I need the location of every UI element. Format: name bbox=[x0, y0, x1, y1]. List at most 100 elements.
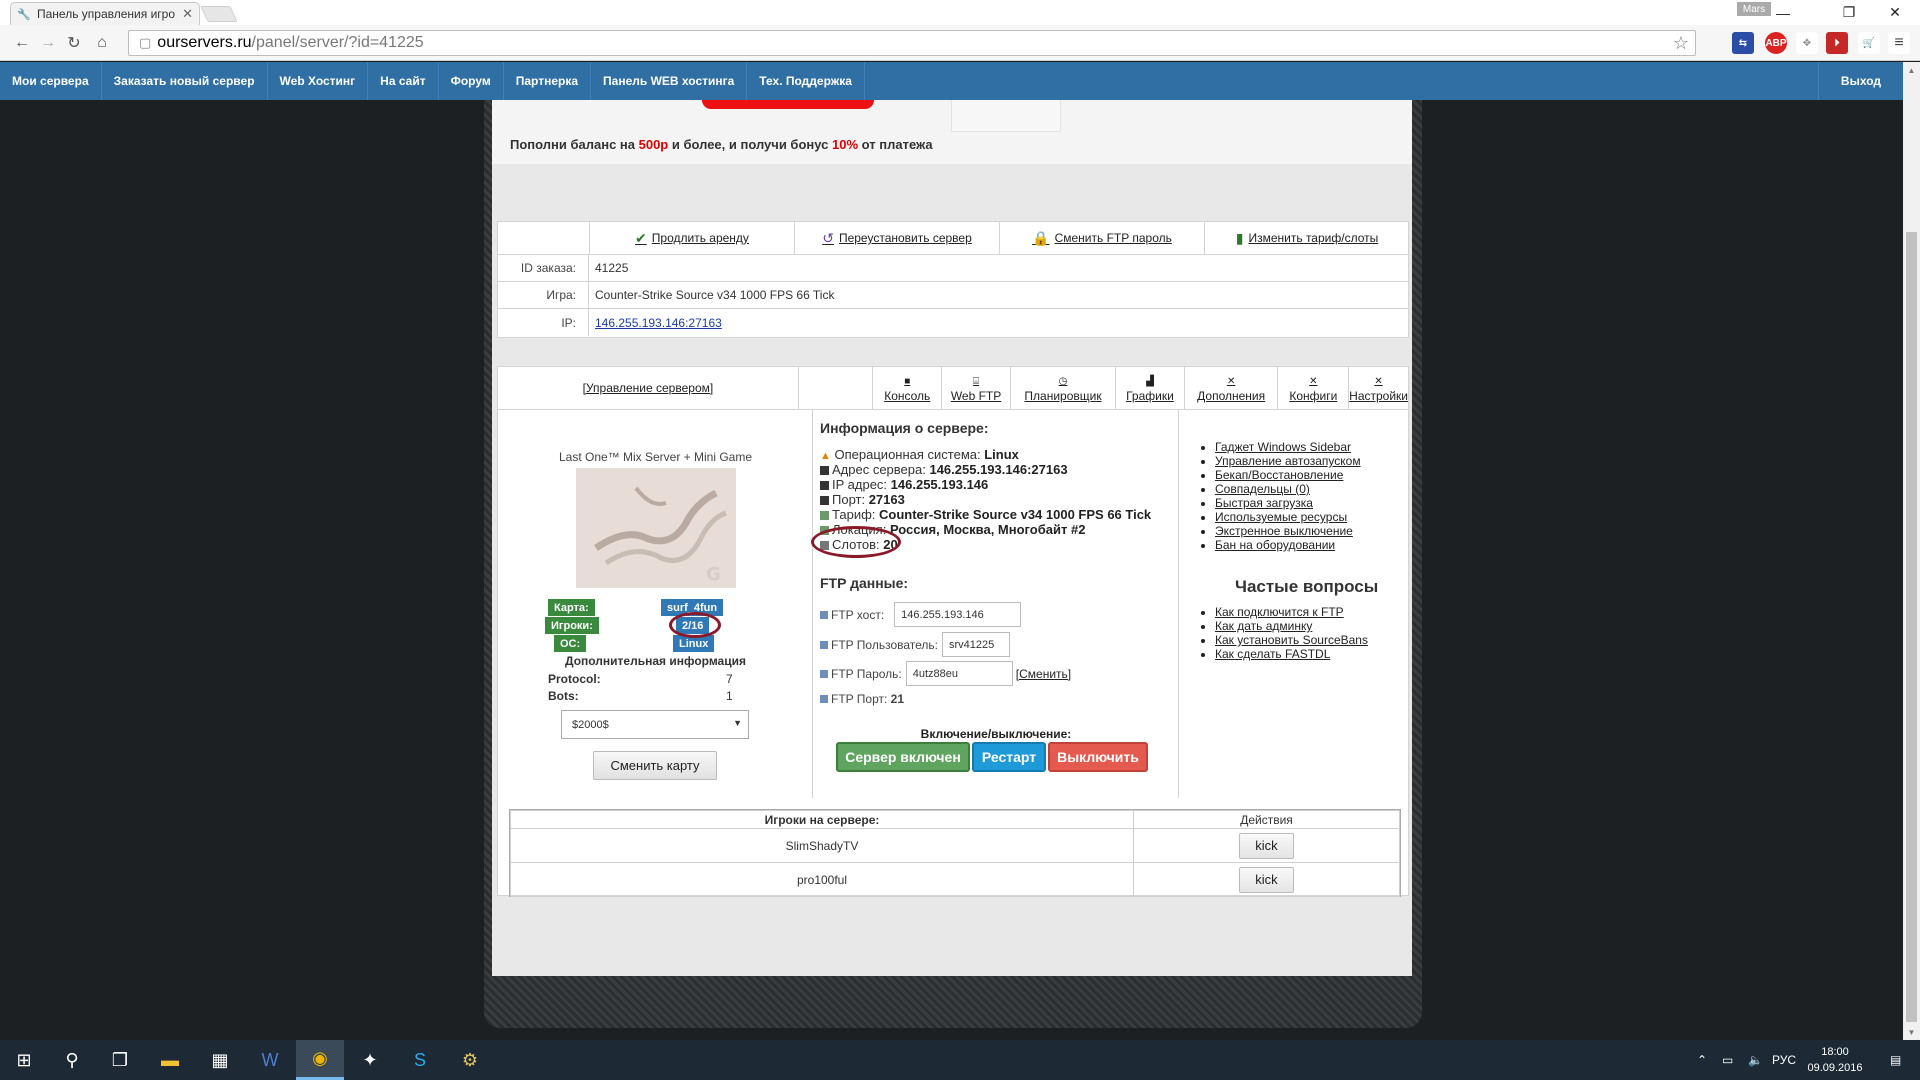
change-map-button[interactable]: Сменить карту bbox=[593, 751, 717, 780]
reinstall-link[interactable]: ↺ Переустановить сервер bbox=[794, 222, 999, 254]
map-select[interactable]: $2000$ ▼ bbox=[561, 710, 749, 739]
calculator-icon[interactable]: ▦ bbox=[196, 1040, 244, 1080]
extra-info-title: Дополнительная информация bbox=[565, 654, 746, 668]
scroll-down-icon[interactable]: ▼ bbox=[1903, 1024, 1920, 1040]
tab-settings[interactable]: ✕ Настройки bbox=[1348, 367, 1408, 409]
ip-row: IP: 146.255.193.146:27163 bbox=[498, 309, 1408, 336]
task-view-icon[interactable]: ❐ bbox=[96, 1040, 144, 1080]
ftp-host-field[interactable]: 146.255.193.146 bbox=[894, 602, 1022, 627]
back-icon[interactable]: ← bbox=[12, 33, 32, 53]
adblock-plus-icon[interactable]: ABP bbox=[1765, 32, 1787, 54]
url-host: ourservers.ru bbox=[157, 34, 252, 51]
change-tariff-link[interactable]: ▮ Изменить тариф/слоты bbox=[1204, 222, 1409, 254]
nav-order-server[interactable]: Заказать новый сервер bbox=[102, 62, 268, 100]
bookmark-star-icon[interactable]: ☆ bbox=[1673, 33, 1689, 54]
tab-addons[interactable]: ✕ Дополнения bbox=[1183, 367, 1278, 409]
nav-support[interactable]: Тех. Поддержка bbox=[747, 62, 865, 100]
forward-icon[interactable]: → bbox=[38, 33, 58, 53]
tab-configs[interactable]: ✕ Конфиги bbox=[1277, 367, 1348, 409]
slots-highlight-circle bbox=[811, 526, 901, 558]
faq-link-admin[interactable]: Как дать админку bbox=[1215, 619, 1368, 633]
volume-icon[interactable]: 🔈 bbox=[1748, 1040, 1763, 1080]
close-window-icon[interactable]: ✕ bbox=[1872, 0, 1918, 25]
link-windows-gadget[interactable]: Гаджет Windows Sidebar bbox=[1215, 440, 1361, 454]
search-icon[interactable]: ⚲ bbox=[48, 1040, 96, 1080]
link-emergency-off[interactable]: Экстренное выключение bbox=[1215, 524, 1361, 538]
nav-forum[interactable]: Форум bbox=[439, 62, 504, 100]
language-indicator[interactable]: РУС bbox=[1772, 1040, 1796, 1080]
extend-rent-link[interactable]: ✔ Продлить аренду bbox=[589, 222, 794, 254]
maximize-icon[interactable]: ❐ bbox=[1826, 0, 1872, 25]
promo-button-remnant[interactable] bbox=[702, 100, 874, 109]
scroll-up-icon[interactable]: ▲ bbox=[1903, 62, 1920, 78]
info-tariff: Тариф: Counter-Strike Source v34 1000 FP… bbox=[820, 507, 1151, 522]
game-app-icon[interactable]: ⚙ bbox=[446, 1040, 494, 1080]
order-id-row: ID заказа: 41225 bbox=[498, 255, 1408, 282]
faq-link-ftp[interactable]: Как подключится к FTP bbox=[1215, 605, 1368, 619]
clock[interactable]: 18:00 09.09.2016 bbox=[1805, 1044, 1865, 1076]
extension-red-icon[interactable]: ⏵ bbox=[1826, 32, 1848, 54]
order-info-card: ✔ Продлить аренду ↺ Переустановить сервер … bbox=[497, 221, 1409, 338]
scrollbar-thumb[interactable] bbox=[1906, 232, 1917, 1022]
manage-server-link[interactable]: [Управление сервером] bbox=[498, 367, 799, 409]
kick-button[interactable]: kick bbox=[1239, 832, 1294, 859]
skype-icon[interactable]: S bbox=[396, 1040, 444, 1080]
info-os: ▲ Операционная система: Linux bbox=[820, 447, 1019, 462]
tray-up-icon[interactable]: ⌃ bbox=[1697, 1040, 1707, 1080]
minimize-icon[interactable]: — bbox=[1760, 0, 1806, 25]
tab-webftp[interactable]: ⌸ Web FTP bbox=[941, 367, 1010, 409]
windows-start-icon[interactable]: ⊞ bbox=[0, 1040, 48, 1080]
server-on-button[interactable]: Сервер включен bbox=[836, 742, 970, 772]
home-icon[interactable]: ⌂ bbox=[92, 33, 112, 53]
notifications-icon[interactable]: ▤ bbox=[1890, 1040, 1901, 1080]
word-icon[interactable]: W bbox=[246, 1040, 294, 1080]
reload-icon[interactable]: ↻ bbox=[64, 33, 84, 53]
tab-console[interactable]: ■ Консоль bbox=[872, 367, 941, 409]
nav-partner[interactable]: Партнерка bbox=[504, 62, 592, 100]
link-resources[interactable]: Используемые ресурсы bbox=[1215, 510, 1361, 524]
extension-translate-icon[interactable]: ⇆ bbox=[1732, 32, 1754, 54]
cart-icon[interactable]: 🛒 bbox=[1858, 32, 1880, 54]
ftp-password-field[interactable]: 4utz88eu bbox=[905, 661, 1013, 686]
server-ip-link[interactable]: 146.255.193.146:27163 bbox=[595, 316, 722, 330]
change-ftp-password-link[interactable]: 🔒 Сменить FTP пароль bbox=[999, 222, 1204, 254]
restart-button[interactable]: Рестарт bbox=[972, 742, 1046, 772]
chrome-icon[interactable]: ◉ bbox=[296, 1040, 344, 1080]
link-co-owners[interactable]: Совпадельцы (0) bbox=[1215, 482, 1361, 496]
tab-graphs[interactable]: ▟ Графики bbox=[1115, 367, 1184, 409]
new-tab-button[interactable] bbox=[200, 6, 238, 22]
link-hardware-ban[interactable]: Бан на оборудовании bbox=[1215, 538, 1361, 552]
players-label: Игроки: bbox=[545, 617, 599, 634]
link-autostart[interactable]: Управление автозапуском bbox=[1215, 454, 1361, 468]
control-tabs: [Управление сервером] ■ Консоль ⌸ Web FTP … bbox=[498, 367, 1408, 410]
link-backup[interactable]: Бекап/Восстановление bbox=[1215, 468, 1361, 482]
lock-icon: 🔒 bbox=[1032, 229, 1050, 246]
network-icon[interactable]: ▭ bbox=[1722, 1040, 1733, 1080]
nav-to-site[interactable]: На сайт bbox=[368, 62, 439, 100]
ftp-user-row: FTP Пользователь: srv41225 bbox=[820, 632, 1010, 657]
file-explorer-icon[interactable]: ▬ bbox=[146, 1040, 194, 1080]
tab-scheduler[interactable]: ◷ Планировщик bbox=[1009, 367, 1115, 409]
nav-web-hosting[interactable]: Web Хостинг bbox=[268, 62, 369, 100]
logout-link[interactable]: Выход bbox=[1817, 62, 1903, 100]
shutdown-button[interactable]: Выключить bbox=[1048, 742, 1148, 772]
kick-button[interactable]: kick bbox=[1239, 866, 1294, 893]
server-favicon-icon: 🔧 bbox=[17, 8, 31, 21]
nav-web-panel[interactable]: Панель WEB хостинга bbox=[591, 62, 748, 100]
ftp-change-password-link[interactable]: [Сменить] bbox=[1016, 667, 1071, 681]
page-scrollbar[interactable]: ▲ ▼ bbox=[1903, 62, 1920, 1040]
ftp-host-row: FTP хост: 146.255.193.146 bbox=[820, 602, 1022, 627]
browser-tab[interactable]: 🔧 Панель управления игро ✕ bbox=[10, 2, 200, 25]
menu-icon[interactable]: ≡ bbox=[1888, 32, 1910, 54]
players-table: Игроки на сервере: Действия SlimShadyTV … bbox=[509, 809, 1401, 897]
faq-link-fastdl[interactable]: Как сделать FASTDL bbox=[1215, 647, 1368, 661]
server-links-column: Гаджет Windows Sidebar Управление автоза… bbox=[1179, 410, 1408, 798]
address-bar[interactable]: ▢ ourservers.ru/panel/server/?id=41225 ☆ bbox=[128, 30, 1696, 56]
tab-close-icon[interactable]: ✕ bbox=[182, 6, 193, 22]
nav-my-servers[interactable]: Мои сервера bbox=[0, 62, 102, 100]
link-quick-upload[interactable]: Быстрая загрузка bbox=[1215, 496, 1361, 510]
app-icon[interactable]: ✦ bbox=[346, 1040, 394, 1080]
ftp-user-field[interactable]: srv41225 bbox=[942, 632, 1010, 657]
faq-link-sourcebans[interactable]: Как установить SourceBans bbox=[1215, 633, 1368, 647]
extension-arrows-icon[interactable]: ✥ bbox=[1796, 32, 1818, 54]
